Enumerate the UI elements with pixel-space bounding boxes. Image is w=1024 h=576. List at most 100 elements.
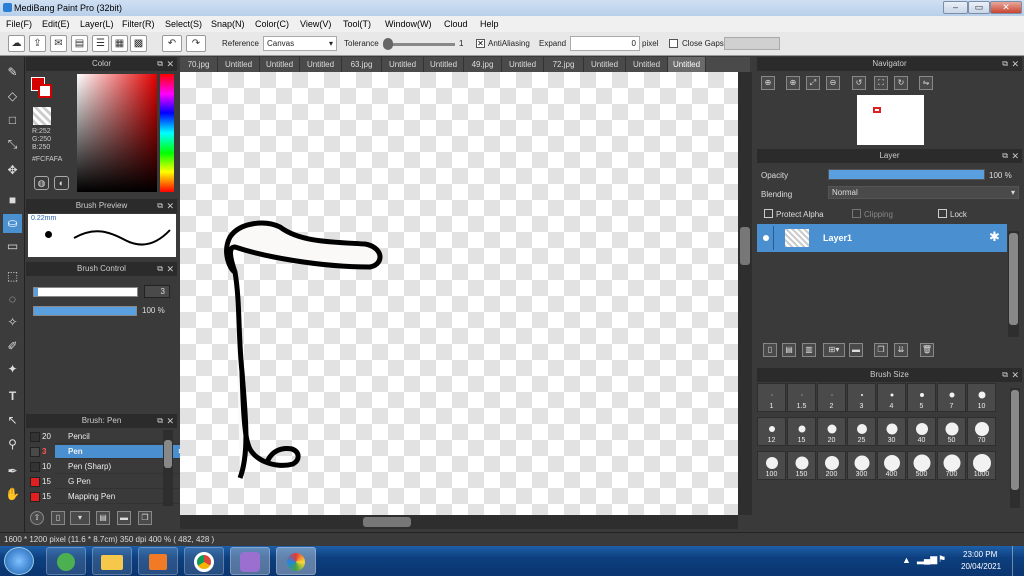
- brush-duplicate-icon[interactable]: ❐: [138, 511, 152, 525]
- undock-icon[interactable]: ⧉: [1002, 57, 1008, 71]
- brush-size-option[interactable]: 40: [907, 417, 936, 446]
- merge-layer-icon[interactable]: ⇊: [894, 343, 908, 357]
- close-gaps-bar[interactable]: [724, 37, 780, 50]
- tab-document[interactable]: 70.jpg: [180, 57, 218, 72]
- tab-document[interactable]: Untitled: [424, 57, 464, 72]
- brush-opacity-slider[interactable]: [33, 306, 137, 316]
- lasso-tool-icon[interactable]: ◌: [3, 290, 22, 309]
- signal-icon[interactable]: ▂▄▆: [917, 554, 937, 565]
- close-icon[interactable]: ✕: [1011, 368, 1019, 382]
- color-picker-icon[interactable]: ◐: [54, 176, 69, 190]
- horizontal-scrollbar[interactable]: [180, 515, 738, 529]
- tiles-icon[interactable]: ▩: [130, 35, 147, 52]
- flag-icon[interactable]: ⚑: [938, 554, 946, 565]
- close-button[interactable]: ✕: [990, 1, 1022, 14]
- menu-edit[interactable]: Edit(E): [42, 19, 70, 29]
- brush-size-option[interactable]: 25: [847, 417, 876, 446]
- clipping-checkbox[interactable]: [852, 209, 861, 218]
- brush-size-option[interactable]: 5: [907, 383, 936, 412]
- tab-document[interactable]: Untitled: [300, 57, 342, 72]
- undock-icon[interactable]: ⧉: [157, 57, 163, 71]
- fit-icon[interactable]: ⤢: [806, 76, 820, 90]
- grid-icon[interactable]: ▦: [111, 35, 128, 52]
- brush-size-option[interactable]: 150: [787, 451, 816, 480]
- folder-icon[interactable]: ▬: [117, 511, 131, 525]
- brush-size-option[interactable]: 2: [817, 383, 846, 412]
- menu-select[interactable]: Select(S): [165, 19, 202, 29]
- taskbar-chrome-icon[interactable]: [184, 547, 224, 575]
- menu-help[interactable]: Help: [480, 19, 499, 29]
- select-rect-icon[interactable]: ⬚: [3, 267, 22, 286]
- horizontal-scroll-thumb[interactable]: [363, 517, 411, 527]
- rectangle-tool-icon[interactable]: □: [3, 111, 22, 130]
- brush-menu-icon[interactable]: ▾: [70, 511, 90, 525]
- clock-time[interactable]: 23:00 PM: [963, 550, 997, 559]
- close-icon[interactable]: ✕: [166, 199, 174, 213]
- add-brush-icon[interactable]: ⇧: [30, 511, 44, 525]
- duplicate-layer-icon[interactable]: ❐: [874, 343, 888, 357]
- tolerance-slider[interactable]: [385, 43, 455, 46]
- maximize-button[interactable]: ▭: [968, 1, 990, 14]
- layer-menu-icon[interactable]: ⊞▾: [823, 343, 845, 357]
- close-icon[interactable]: ✕: [1011, 149, 1019, 163]
- new-brush-icon[interactable]: ▯: [51, 511, 65, 525]
- expand-input[interactable]: 0: [570, 36, 640, 51]
- new-layer-icon[interactable]: ▯: [763, 343, 777, 357]
- pen-tool-icon[interactable]: ✒: [3, 462, 22, 481]
- taskbar-folder-icon[interactable]: [92, 547, 132, 575]
- hand-tool-icon[interactable]: ✋: [3, 485, 22, 504]
- brush-size-option[interactable]: 70: [967, 417, 996, 446]
- brush-copy-icon[interactable]: ▤: [96, 511, 110, 525]
- select-eraser-icon[interactable]: ✦: [3, 360, 22, 379]
- brush-size-option[interactable]: 3: [847, 383, 876, 412]
- menu-file[interactable]: File(F): [6, 19, 32, 29]
- brush-size-option[interactable]: 7: [937, 383, 966, 412]
- gear-icon[interactable]: ✱: [989, 229, 1000, 245]
- layer-scrollbar[interactable]: [1008, 231, 1019, 337]
- brush-list-scrollbar[interactable]: [163, 430, 173, 506]
- fit-window-icon[interactable]: ⛶: [874, 76, 888, 90]
- layer-visibility-icon[interactable]: [763, 235, 769, 241]
- tab-document[interactable]: Untitled: [218, 57, 260, 72]
- tab-document[interactable]: 63.jpg: [342, 57, 382, 72]
- brush-size-option[interactable]: 200: [817, 451, 846, 480]
- transparent-color-swatch[interactable]: [33, 107, 51, 125]
- show-desktop-button[interactable]: [1012, 546, 1024, 576]
- tolerance-slider-handle[interactable]: [383, 38, 393, 50]
- document-icon[interactable]: ▤: [71, 35, 88, 52]
- tab-document[interactable]: Untitled: [668, 57, 706, 72]
- brush-size-option[interactable]: 15: [787, 417, 816, 446]
- secondary-color-swatch[interactable]: [38, 84, 52, 98]
- rotate-left-icon[interactable]: ↺: [852, 76, 866, 90]
- menu-cloud[interactable]: Cloud: [444, 19, 468, 29]
- brush-size-option[interactable]: 300: [847, 451, 876, 480]
- canvas[interactable]: [180, 72, 738, 515]
- brush-size-option[interactable]: 20: [817, 417, 846, 446]
- close-icon[interactable]: ✕: [166, 262, 174, 276]
- hue-slider[interactable]: [160, 74, 174, 192]
- trash-icon[interactable]: 🗑: [920, 343, 934, 357]
- brush-size-option[interactable]: 1000: [967, 451, 996, 480]
- saturation-value-picker[interactable]: [77, 74, 157, 192]
- text-tool-icon[interactable]: T: [3, 387, 22, 406]
- dot-tool-icon[interactable]: ⤡: [3, 135, 22, 154]
- menu-filter[interactable]: Filter(R): [122, 19, 155, 29]
- upload-icon[interactable]: ⇪: [29, 35, 46, 52]
- taskbar-medibang-icon[interactable]: [230, 547, 270, 575]
- brush-size-option[interactable]: 100: [757, 451, 786, 480]
- list-icon[interactable]: ☰: [92, 35, 109, 52]
- dropper-tool-icon[interactable]: ⚲: [3, 435, 22, 454]
- close-gaps-checkbox[interactable]: [669, 39, 678, 48]
- reference-select[interactable]: Canvas ▾: [263, 36, 337, 51]
- comment-icon[interactable]: ✉: [50, 35, 67, 52]
- menu-tool[interactable]: Tool(T): [343, 19, 371, 29]
- layer-opacity-slider[interactable]: [828, 169, 985, 180]
- undock-icon[interactable]: ⧉: [157, 199, 163, 213]
- tab-document[interactable]: Untitled: [584, 57, 626, 72]
- antialiasing-checkbox[interactable]: ✕: [476, 39, 485, 48]
- new-8bit-layer-icon[interactable]: ▥: [802, 343, 816, 357]
- brush-size-scrollbar[interactable]: [1010, 388, 1020, 508]
- tab-document[interactable]: 72.jpg: [544, 57, 584, 72]
- flip-icon[interactable]: ⇋: [919, 76, 933, 90]
- folder-icon[interactable]: ▬: [849, 343, 863, 357]
